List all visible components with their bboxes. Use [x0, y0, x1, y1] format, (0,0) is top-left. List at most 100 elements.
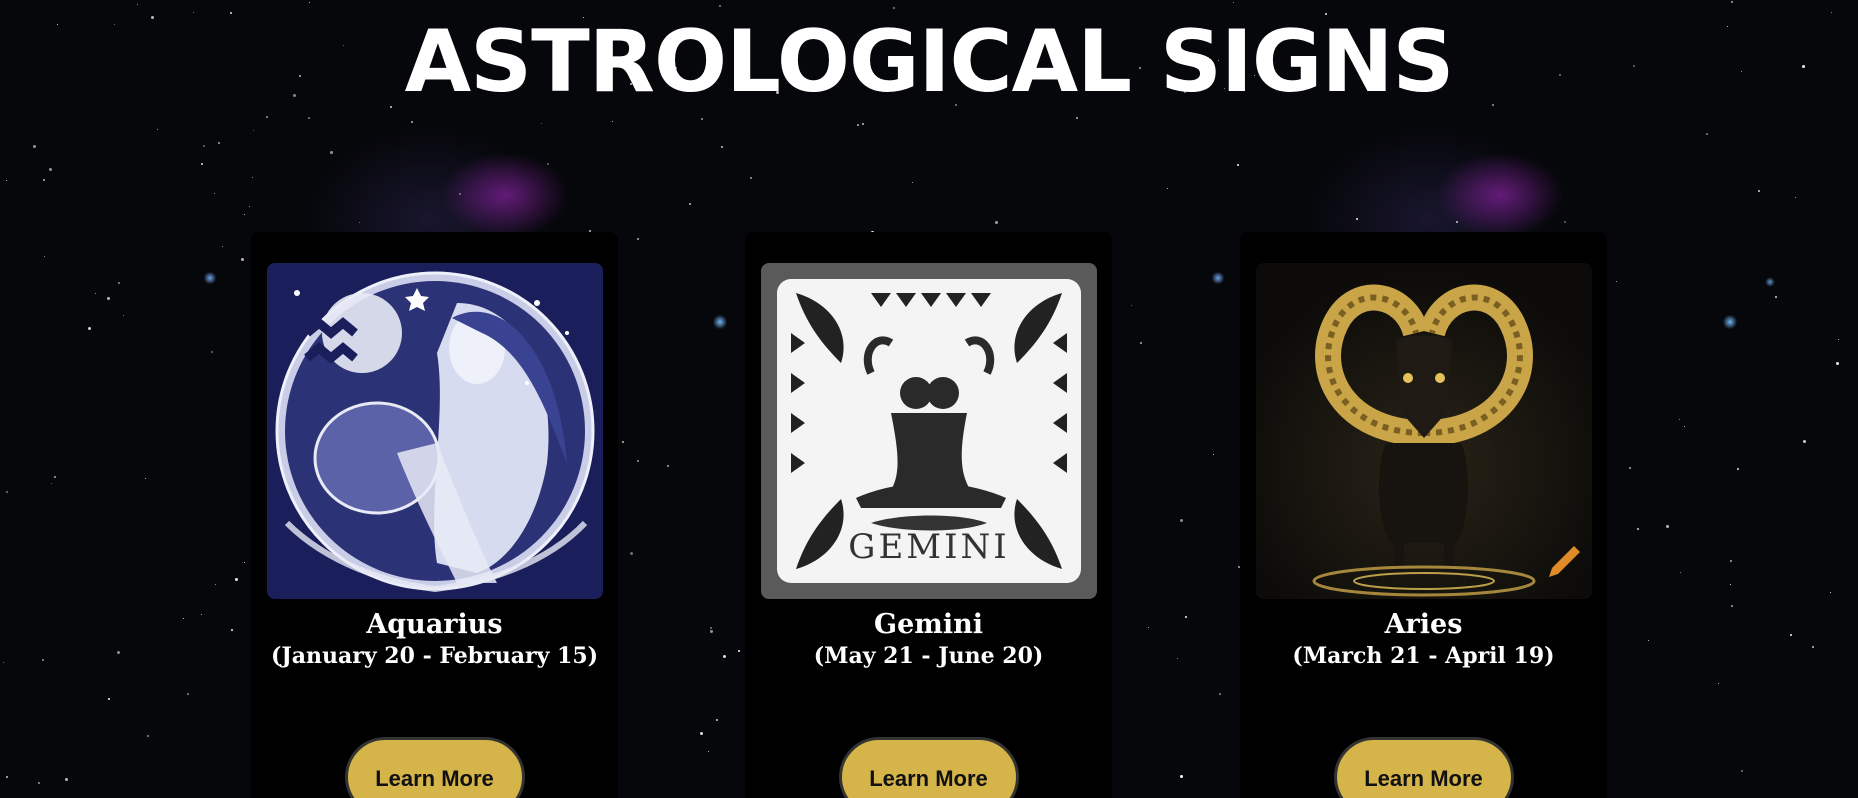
star-dot: [1731, 605, 1733, 607]
star-dot: [667, 465, 669, 467]
star-dot: [1131, 305, 1132, 306]
star-dot: [359, 222, 360, 223]
star-dot: [1616, 281, 1617, 282]
aries-image: [1255, 263, 1592, 599]
star-dot: [1180, 775, 1183, 778]
sign-dates: (March 21 - April 19): [1292, 643, 1555, 669]
star-dot: [1836, 362, 1839, 365]
star-dot: [1177, 658, 1178, 659]
star-dot: [218, 142, 220, 144]
star-dot: [1790, 634, 1792, 636]
star-dot: [145, 478, 146, 479]
star-dot: [203, 145, 205, 147]
star-dot: [49, 168, 52, 171]
star-dot: [1680, 572, 1681, 573]
sign-name: Aquarius: [366, 609, 503, 640]
star-dot: [266, 116, 268, 118]
learn-more-button-gemini[interactable]: Learn More: [838, 737, 1019, 798]
sign-dates: (January 20 - February 15): [270, 643, 599, 669]
sign-dates: (May 21 - June 20): [813, 643, 1044, 669]
sign-name: Gemini: [874, 609, 983, 640]
star-dot: [1233, 2, 1234, 3]
star-dot: [1356, 218, 1358, 220]
star-dot: [33, 145, 36, 148]
star-dot: [137, 4, 138, 5]
star-dot: [108, 698, 110, 700]
star-dot: [750, 177, 752, 179]
star-dot: [995, 221, 998, 224]
gemini-image-caption: GEMINI: [848, 527, 1009, 567]
learn-more-button-aquarius[interactable]: Learn More: [344, 737, 525, 798]
star-dot: [1737, 468, 1739, 470]
star-dot: [157, 129, 158, 130]
star-dot: [716, 719, 718, 721]
star-dot: [857, 124, 859, 126]
star-dot: [1718, 683, 1719, 684]
star-dot: [88, 327, 91, 330]
star-dot: [1456, 221, 1458, 223]
star-dot: [1076, 117, 1078, 119]
star-dot: [201, 163, 203, 165]
star-dot: [42, 659, 44, 661]
star-dot: [231, 629, 233, 631]
star-dot: [187, 693, 189, 695]
star-dot: [95, 293, 96, 294]
star-dot: [710, 630, 713, 633]
page-title: ASTROLOGICAL SIGNS: [404, 12, 1455, 112]
star-dot: [723, 655, 726, 658]
star-dot: [1684, 426, 1685, 427]
star-dot: [211, 351, 213, 353]
learn-more-button-aries[interactable]: Learn More: [1333, 737, 1514, 798]
star-dot: [249, 206, 250, 207]
star-dot: [6, 491, 8, 493]
star-dot: [308, 117, 310, 119]
star-dot: [6, 180, 7, 181]
star-dot: [222, 246, 223, 247]
star-dot: [637, 238, 639, 240]
star-dot: [6, 776, 8, 778]
star-dot: [1148, 627, 1149, 628]
star-dot: [54, 476, 56, 478]
star-dot: [1730, 584, 1731, 585]
star-dot: [241, 258, 244, 261]
star-dot: [1706, 133, 1708, 135]
star-dot: [912, 182, 913, 183]
star-dot: [721, 146, 723, 148]
sign-card-gemini: GEMINI Gemini (May 21 - June 20) Learn M…: [745, 232, 1112, 798]
star-dot: [1648, 640, 1649, 641]
star-dot: [622, 441, 624, 443]
star-dot: [1741, 770, 1743, 772]
star-dot: [719, 5, 721, 7]
star-dot: [738, 650, 740, 652]
star-dot: [1803, 440, 1806, 443]
star-dot: [637, 460, 639, 462]
star-dot: [51, 483, 52, 484]
star-dot: [215, 584, 216, 585]
star-dot: [862, 123, 864, 125]
star-dot: [1167, 188, 1168, 189]
star-dot: [235, 578, 238, 581]
star-dot: [43, 179, 45, 181]
star-dot: [1180, 519, 1183, 522]
star-dot: [1213, 454, 1214, 455]
star-dot: [1730, 560, 1732, 562]
star-dot: [147, 735, 149, 737]
sign-card-aries: Aries (March 21 - April 19) Learn More: [1240, 232, 1607, 798]
star-dot: [1666, 525, 1669, 528]
star-dot: [252, 177, 253, 178]
star-dot: [123, 315, 124, 316]
star-dot: [1140, 342, 1142, 344]
star-dot: [244, 562, 245, 563]
star-dot: [201, 614, 202, 615]
star-dot: [1219, 693, 1221, 695]
star-dot: [44, 256, 45, 257]
sign-card-aquarius: Aquarius (January 20 - February 15) Lear…: [251, 232, 618, 798]
star-dot: [1637, 528, 1639, 530]
star-dot: [1812, 646, 1814, 648]
star-dot: [1838, 339, 1839, 340]
star-dot: [541, 123, 542, 124]
star-dot: [1237, 164, 1239, 166]
star-dot: [612, 121, 613, 122]
star-dot: [1564, 221, 1566, 223]
star-dot: [689, 203, 691, 205]
